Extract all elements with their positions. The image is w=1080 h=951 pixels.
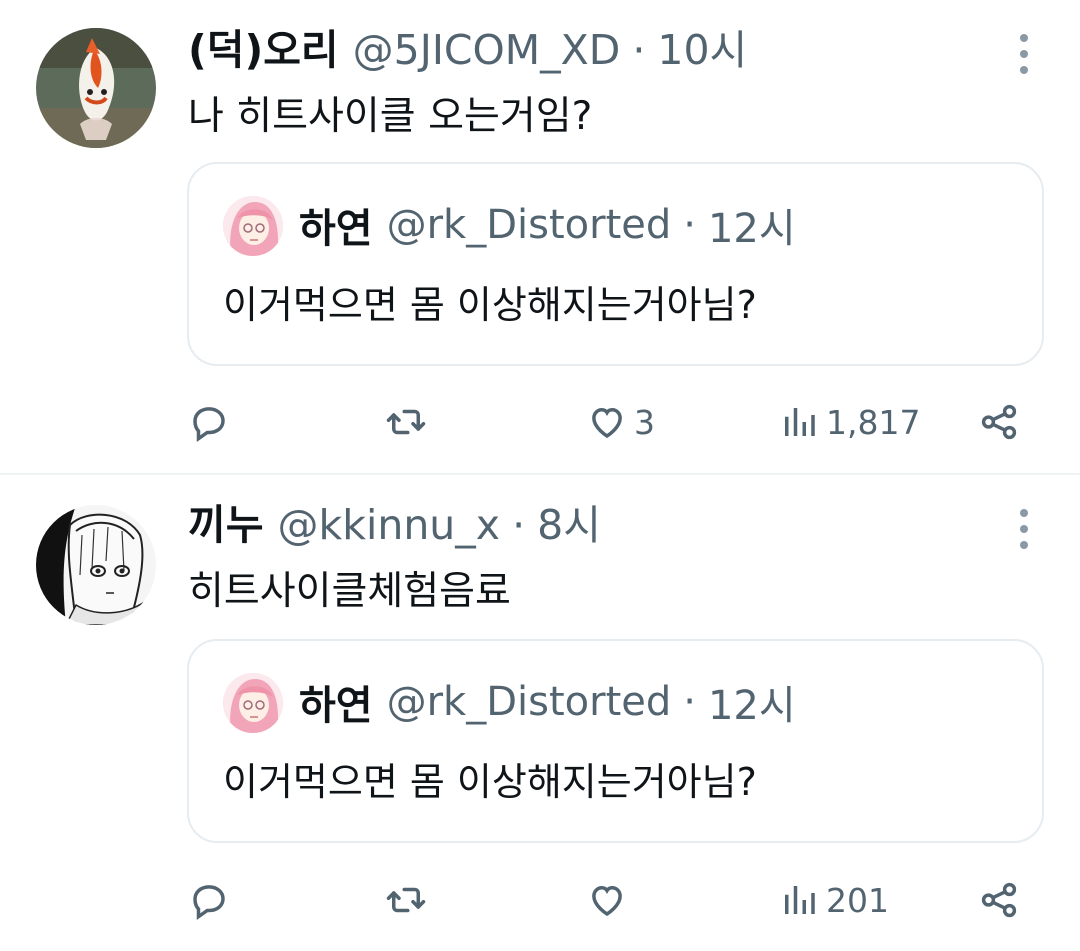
heart-icon [592,407,622,439]
quoted-tweet-header: 하연 @rk_Distorted · 12시 [299,674,796,730]
retweet-icon [386,409,426,435]
retweet-button[interactable] [385,870,427,930]
separator-dot: · [683,202,696,248]
quoted-display-name: 하연 [299,683,373,729]
like-button[interactable] [586,870,634,930]
tweet-header: (덕)오리 @5JICOM_XD · 10시 [188,22,747,78]
share-button[interactable] [978,392,1020,452]
quoted-timestamp: 12시 [707,206,796,252]
quoted-tweet-header: 하연 @rk_Distorted · 12시 [299,197,796,253]
quoted-user-handle: @rk_Distorted [386,679,672,725]
view-count: 201 [826,880,889,920]
share-icon [981,404,1017,440]
share-button[interactable] [978,870,1020,930]
timestamp[interactable]: 10시 [657,22,747,78]
pink-hair-character-avatar-icon [223,673,283,733]
views-chart-icon [785,886,815,914]
separator-dot: · [512,501,526,549]
retweet-button[interactable] [385,392,427,452]
quoted-tweet[interactable]: 하연 @rk_Distorted · 12시 이거먹으면 몸 이상해지는거아님? [187,639,1044,843]
quoted-tweet-text: 이거먹으면 몸 이상해지는거아님? [223,760,757,804]
more-vertical-icon[interactable] [1016,34,1032,74]
more-vertical-icon[interactable] [1016,509,1032,549]
views-chart-icon [785,408,815,436]
quoted-timestamp: 12시 [707,683,796,729]
reply-button[interactable] [188,392,230,452]
goldfish-avatar-icon[interactable] [36,28,156,148]
reply-icon [193,407,225,442]
separator-dot: · [632,26,646,74]
tweet-text: 나 히트사이클 오는거임? [188,94,593,139]
quoted-display-name: 하연 [299,206,373,252]
views-button[interactable]: 1,817 [778,392,920,452]
retweet-icon [386,887,426,913]
quoted-tweet-text: 이거먹으면 몸 이상해지는거아님? [223,283,757,327]
tweet-text: 히트사이클체험음료 [188,569,511,614]
user-handle[interactable]: @5JICOM_XD [353,22,621,78]
pink-hair-character-avatar-icon [223,196,283,256]
reply-button[interactable] [188,870,230,930]
timestamp[interactable]: 8시 [537,497,601,553]
tweet[interactable]: 끼누 @kkinnu_x · 8시 히트사이클체험음료 하연 @rk_Disto… [0,475,1080,951]
view-count: 1,817 [826,402,921,442]
heart-icon [592,885,622,917]
display-name[interactable]: 끼누 [188,497,263,553]
tweet-actions: 3 1,817 [0,392,1080,452]
quoted-tweet[interactable]: 하연 @rk_Distorted · 12시 이거먹으면 몸 이상해지는거아님? [187,162,1044,366]
display-name[interactable]: (덕)오리 [188,22,339,78]
tweet[interactable]: (덕)오리 @5JICOM_XD · 10시 나 히트사이클 오는거임? 하연 … [0,0,1080,474]
like-button[interactable]: 3 [586,392,655,452]
tweet-actions: 201 [0,870,1080,930]
user-handle[interactable]: @kkinnu_x [277,497,500,553]
like-count: 3 [634,402,655,442]
manga-character-avatar-icon[interactable] [36,505,156,625]
views-button[interactable]: 201 [778,870,889,930]
quoted-user-handle: @rk_Distorted [386,202,672,248]
tweet-header: 끼누 @kkinnu_x · 8시 [188,497,601,553]
reply-icon [193,885,225,920]
share-icon [981,882,1017,918]
separator-dot: · [683,679,696,725]
